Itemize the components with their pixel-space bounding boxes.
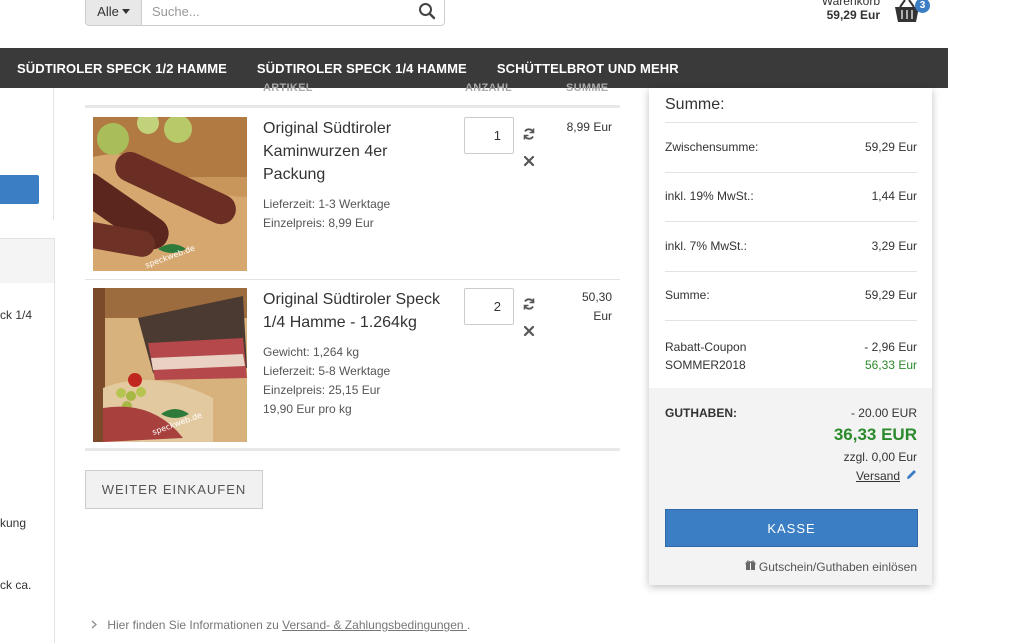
- category-dropdown[interactable]: Alle: [86, 0, 142, 25]
- sidebar-button[interactable]: [0, 175, 39, 204]
- shipping-link[interactable]: Versand: [856, 469, 900, 483]
- table-header-divider: [85, 105, 620, 108]
- vat7-value: 3,29 Eur: [871, 239, 917, 253]
- product-name[interactable]: Original Südtiroler Speck 1/4 Hamme - 1.…: [263, 288, 453, 334]
- unit-price: Einzelpreis: 25,15 Eur: [263, 383, 381, 397]
- nav-item-speck-quarter[interactable]: SÜDTIROLER SPECK 1/4 HAMME: [257, 61, 467, 76]
- subtotal-value: 59,29 Eur: [864, 140, 917, 154]
- vat19-label: inkl. 19% MwSt.:: [665, 189, 754, 203]
- search-input[interactable]: [142, 0, 410, 25]
- shipping-info: Versand: [856, 469, 917, 483]
- product-meta: Lieferzeit: 1-3 Werktage Einzelpreis: 8,…: [263, 195, 453, 233]
- voucher-link[interactable]: Gutschein/Guthaben einlösen: [745, 560, 917, 574]
- cart-summary[interactable]: Warenkorb 59,29 Eur: [790, 0, 880, 22]
- subtotal-row: Zwischensumme: 59,29 Eur: [665, 140, 917, 154]
- product-image-kaminwurzen[interactable]: speckweb.de: [93, 117, 247, 271]
- checkout-button[interactable]: KASSE: [665, 509, 918, 547]
- vat19-value: 1,44 Eur: [871, 189, 917, 203]
- summary-divider: [665, 271, 917, 272]
- chevron-right-icon: [90, 618, 101, 632]
- summary-title: Summe:: [665, 96, 725, 113]
- final-total: 36,33 EUR: [833, 425, 917, 444]
- unit-price: Einzelpreis: 8,99 Eur: [263, 216, 374, 230]
- credit-deduction: - 20.00 EUR: [850, 406, 917, 420]
- remove-icon[interactable]: [522, 154, 536, 168]
- column-header-article: ARTIKEL: [263, 82, 313, 94]
- nav-item-schuettelbrot[interactable]: SCHÜTTELBROT UND MEHR: [497, 61, 679, 76]
- credit-section: GUTHABEN: - 20.00 EUR 36,33 EUR zzgl. 0,…: [649, 388, 932, 585]
- coupon-label: Rabatt-Coupon: [665, 340, 747, 354]
- vat19-row: inkl. 19% MwSt.: 1,44 Eur: [665, 189, 917, 203]
- summary-divider: [665, 320, 917, 321]
- sum-value: 59,29 Eur: [864, 288, 917, 302]
- search-icon[interactable]: [410, 0, 444, 25]
- sidebar-item-fragment[interactable]: kung: [0, 516, 26, 530]
- item-total-currency: Eur: [593, 309, 612, 323]
- discounted-total: 56,33 Eur: [864, 358, 917, 372]
- sidebar-divider: [53, 88, 54, 220]
- cart-label: Warenkorb: [821, 0, 880, 8]
- product-name[interactable]: Original Südtiroler Kaminwurzen 4er Pack…: [263, 117, 453, 186]
- remove-icon[interactable]: [522, 324, 536, 338]
- quantity-input[interactable]: [464, 288, 514, 325]
- footer-info: Hier finden Sie Informationen zu Versand…: [90, 618, 470, 632]
- sidebar-item-fragment[interactable]: ck 1/4: [0, 308, 32, 322]
- delivery-time: Lieferzeit: 1-3 Werktage: [263, 197, 391, 211]
- shipping-terms-link[interactable]: Versand- & Zahlungsbedingungen: [282, 618, 467, 632]
- subtotal-label: Zwischensumme:: [665, 140, 759, 154]
- order-summary-panel: Summe: Zwischensumme: 59,29 Eur inkl. 19…: [649, 88, 932, 585]
- sum-label: Summe:: [665, 288, 710, 302]
- continue-shopping-button[interactable]: WEITER EINKAUFEN: [85, 470, 263, 509]
- summary-divider: [665, 122, 917, 123]
- shipping-cost: zzgl. 0,00 Eur: [843, 450, 917, 464]
- category-label: Alle: [97, 3, 119, 19]
- sidebar-item-fragment[interactable]: ck ca.: [0, 578, 31, 592]
- vat7-row: inkl. 7% MwSt.: 3,29 Eur: [665, 239, 917, 253]
- voucher-link-label: Gutschein/Guthaben einlösen: [758, 560, 917, 574]
- basket-icon[interactable]: 3: [892, 0, 932, 27]
- price-per-kg: 19,90 Eur pro kg: [263, 402, 352, 416]
- product-weight: Gewicht: 1,264 kg: [263, 345, 360, 359]
- quantity-input[interactable]: [464, 117, 514, 154]
- sidebar-active-item[interactable]: [0, 239, 54, 283]
- product-meta: Gewicht: 1,264 kg Lieferzeit: 5-8 Werkta…: [263, 343, 453, 419]
- column-header-quantity: ANZAHL: [465, 82, 513, 94]
- credit-label: GUTHABEN:: [665, 406, 737, 420]
- sum-row: Summe: 59,29 Eur: [665, 288, 917, 302]
- table-bottom-divider: [85, 448, 620, 451]
- delivery-time: Lieferzeit: 5-8 Werktage: [263, 364, 391, 378]
- cart-total: 59,29 Eur: [826, 8, 880, 22]
- gift-icon: [745, 560, 756, 574]
- coupon-code: SOMMER2018: [665, 358, 746, 372]
- summary-divider: [665, 221, 917, 222]
- coupon-discount: - 2,96 Eur: [864, 340, 917, 354]
- row-divider: [85, 279, 620, 280]
- pencil-icon[interactable]: [906, 469, 917, 483]
- column-header-total: SUMME: [566, 82, 609, 94]
- vat7-label: inkl. 7% MwSt.:: [665, 239, 748, 253]
- item-total: 8,99 Eur: [566, 120, 612, 134]
- nav-item-speck-half[interactable]: SÜDTIROLER SPECK 1/2 HAMME: [17, 61, 227, 76]
- caret-down-icon: [121, 8, 130, 14]
- search-bar: Alle: [85, 0, 445, 26]
- item-total-amount: 50,30: [581, 290, 612, 304]
- refresh-icon[interactable]: [522, 127, 536, 141]
- summary-divider: [665, 172, 917, 173]
- item-total: 50,30 Eur: [552, 288, 612, 326]
- footer-info-suffix: .: [466, 618, 471, 632]
- product-image-speck[interactable]: speckweb.de: [93, 288, 247, 442]
- cart-count-badge: 3: [915, 0, 930, 13]
- coupon-row: Rabatt-Coupon SOMMER2018 - 2,96 Eur 56,3…: [665, 338, 917, 374]
- refresh-icon[interactable]: [522, 297, 536, 311]
- footer-info-text: Hier finden Sie Informationen zu: [107, 618, 283, 632]
